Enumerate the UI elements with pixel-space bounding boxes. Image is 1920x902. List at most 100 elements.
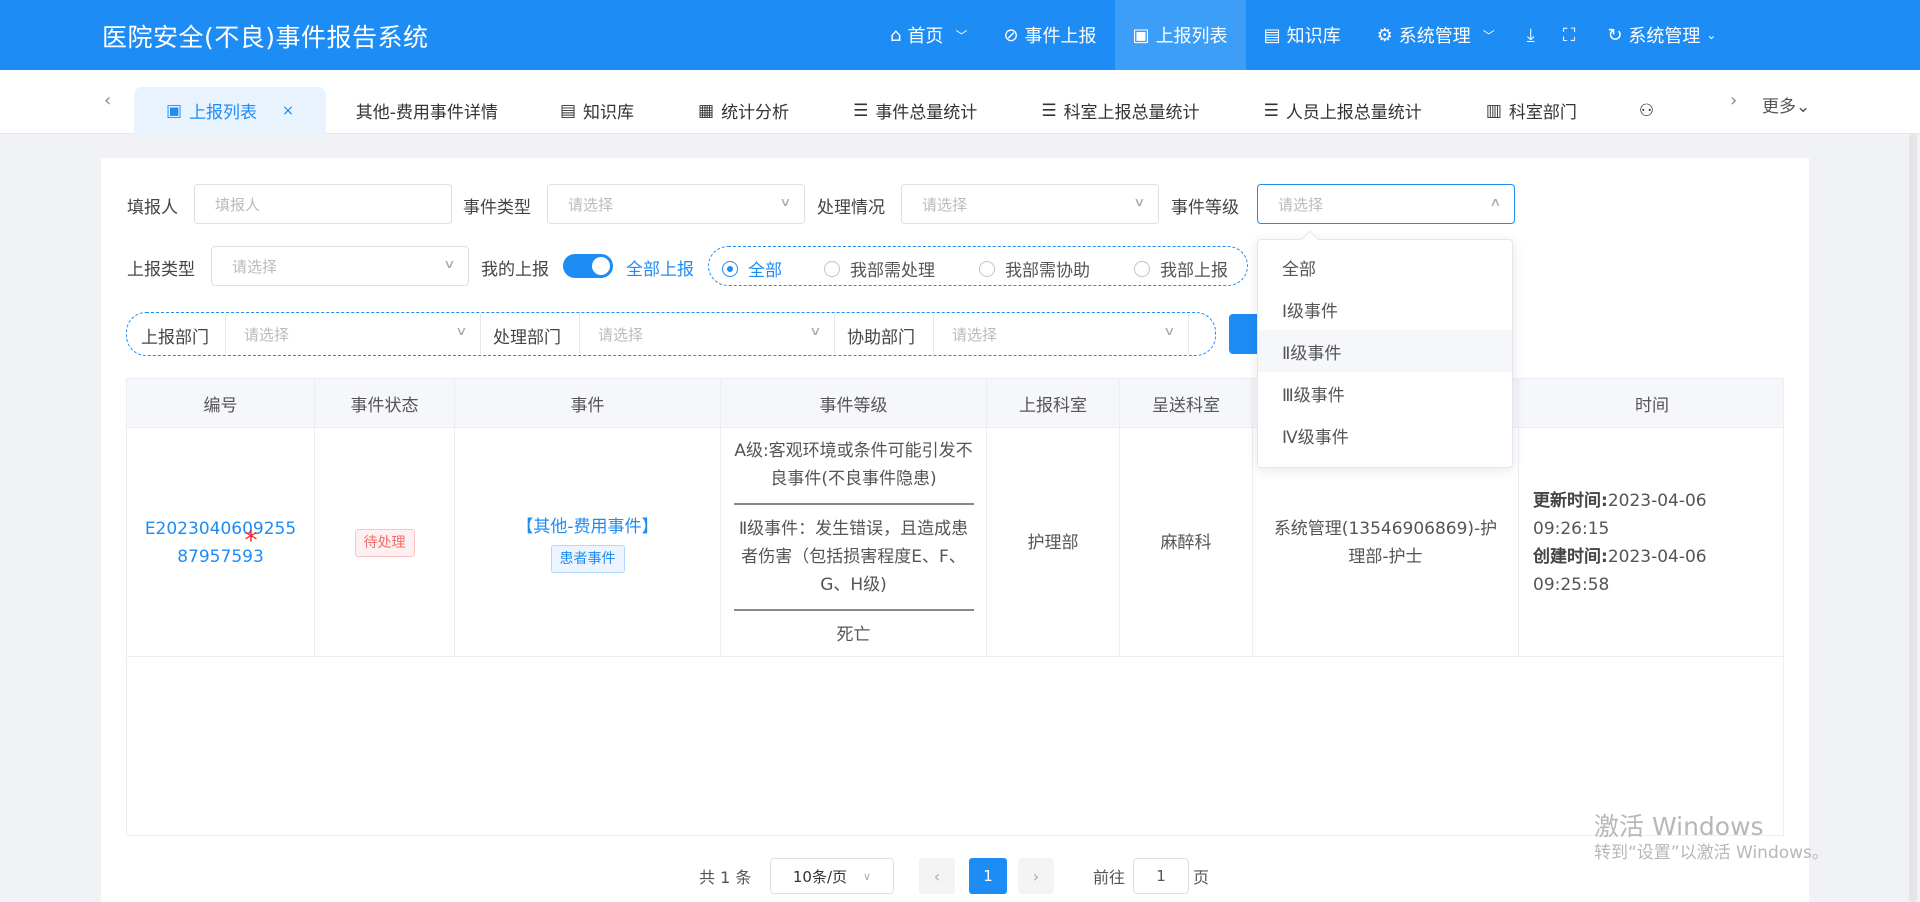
chevron-down-icon: ⌄ <box>1796 97 1811 117</box>
page-size-select[interactable]: 10条/页 ∨ <box>770 858 894 894</box>
tab-statistics[interactable]: ▦ 统计分析 <box>666 87 821 134</box>
level-dropdown: 全部 Ⅰ级事件 Ⅱ级事件 Ⅲ级事件 Ⅳ级事件 <box>1257 230 1513 468</box>
event-type-select[interactable]: 请选择 ∨ <box>547 184 805 224</box>
chart-icon: ▦ <box>698 100 715 121</box>
report-scope-switch[interactable] <box>563 254 613 278</box>
gear-icon: ⚙ <box>1376 24 1393 46</box>
close-icon[interactable]: × <box>282 103 294 119</box>
radio-dept-handle[interactable]: 我部需处理 <box>824 256 935 281</box>
level-option-4[interactable]: Ⅳ级事件 <box>1258 414 1512 456</box>
list-icon: ☰ <box>1263 100 1279 121</box>
assist-dept-label: 协助部门 <box>847 328 915 348</box>
create-time: 创建时间:2023-04-06 09:25:58 <box>1533 546 1707 595</box>
send-dept-cell: 麻醉科 <box>1120 428 1253 657</box>
nav-list[interactable]: ▣ 上报列表 <box>1114 0 1246 70</box>
list-icon: ☰ <box>1041 100 1057 121</box>
download-icon[interactable]: ⤓ <box>1513 0 1549 70</box>
nav-knowledge[interactable]: ▤ 知识库 <box>1246 0 1359 70</box>
nav-home[interactable]: ⌂ 首页 ﹀ <box>872 0 985 70</box>
chevron-down-icon: ∨ <box>779 195 792 209</box>
app-header: 医院安全(不良)事件报告系统 ⌂ 首页 ﹀ ⊘ 事件上报 ▣ 上报列表 ▤ 知识… <box>0 0 1920 70</box>
event-tag: 患者事件 <box>550 544 625 573</box>
list-icon: ☰ <box>853 100 869 121</box>
header-code: 编号 <box>127 379 315 428</box>
radio-dept-report[interactable]: 我部上报 <box>1134 256 1228 281</box>
report-type-select[interactable]: 请选择 ∨ <box>211 246 469 286</box>
tab-report-list[interactable]: ▣ 上报列表 × <box>134 87 326 134</box>
tab-event-total[interactable]: ☰ 事件总量统计 <box>821 87 1009 134</box>
tab-user[interactable]: ⚇ <box>1609 87 1654 134</box>
chevron-down-icon: ﹀ <box>1482 28 1495 43</box>
book-icon: ▤ <box>1263 24 1281 46</box>
handle-dept-select[interactable]: 请选择 ∨ <box>579 314 835 354</box>
chevron-down-icon: ﹀ <box>955 28 968 43</box>
chevron-down-icon: ∨ <box>443 257 456 271</box>
chevron-down-icon: ⌄ <box>1706 28 1717 42</box>
tab-dept[interactable]: ▥ 科室部门 <box>1454 87 1609 134</box>
page-1-button[interactable]: 1 <box>969 858 1007 894</box>
tab-list: ▣ 上报列表 × 其他-费用事件详情 ▤ 知识库 ▦ 统计分析 ☰ 事件总量统计… <box>134 87 1654 134</box>
main-panel: 填报人 填报人 事件类型 请选择 ∨ 处理情况 请选择 ∨ 事件等级 请选择 ∧… <box>101 158 1809 902</box>
monitor-icon: ▣ <box>166 100 183 121</box>
reporter-input[interactable]: 填报人 <box>194 184 452 224</box>
update-time: 更新时间:2023-04-06 09:26:15 <box>1533 490 1707 539</box>
report-dept-label: 上报部门 <box>141 328 209 348</box>
tab-person-total[interactable]: ☰ 人员上报总量统计 <box>1232 87 1454 134</box>
chevron-down-icon: ∨ <box>1133 195 1146 209</box>
chevron-down-icon: ∨ <box>1163 324 1176 338</box>
process-label: 处理情况 <box>817 198 885 218</box>
tab-fee-event-detail[interactable]: 其他-费用事件详情 <box>326 87 528 134</box>
refresh-icon: ↻ <box>1607 24 1623 46</box>
reporter-label: 填报人 <box>127 198 178 218</box>
header-report-dept: 上报科室 <box>987 379 1120 428</box>
assist-dept-select[interactable]: 请选择 ∨ <box>933 314 1189 354</box>
activation-watermark-text: 转到“设置”以激活 Windows。 <box>1594 843 1829 863</box>
process-select[interactable]: 请选择 ∨ <box>901 184 1159 224</box>
tab-dept-total[interactable]: ☰ 科室上报总量统计 <box>1009 87 1231 134</box>
report-table: 编号 事件状态 事件 事件等级 上报科室 呈送科室 时间 E2023040609… <box>126 378 1784 836</box>
report-dept-select[interactable]: 请选择 ∨ <box>225 314 481 354</box>
document-icon: ▥ <box>1485 100 1502 121</box>
handle-dept-label: 处理部门 <box>493 328 561 348</box>
page-scrollbar[interactable] <box>1909 134 1917 902</box>
level-option-2[interactable]: Ⅱ级事件 <box>1258 330 1512 372</box>
goto-page-input[interactable]: 1 <box>1133 858 1189 894</box>
table-header: 编号 事件状态 事件 事件等级 上报科室 呈送科室 时间 <box>127 379 1783 428</box>
tabs-scroll-right-icon[interactable]: › <box>1730 90 1737 111</box>
table-row: E202304060925587957593 * 待处理 【其他-费用事件】 患… <box>127 428 1783 657</box>
radio-dept-assist[interactable]: 我部需协助 <box>979 256 1090 281</box>
divider <box>733 608 974 611</box>
tab-knowledge[interactable]: ▤ 知识库 <box>528 87 666 134</box>
chevron-down-icon: ∨ <box>863 869 872 883</box>
nav-system[interactable]: ⚙ 系统管理 ﹀ <box>1359 0 1513 70</box>
radio-all[interactable]: 全部 <box>722 256 782 281</box>
report-dept-cell: 护理部 <box>987 428 1120 657</box>
event-type-label: 事件类型 <box>463 198 531 218</box>
report-type-label: 上报类型 <box>127 260 195 280</box>
level-select[interactable]: 请选择 ∧ <box>1257 184 1515 224</box>
prev-page-button[interactable]: ‹ <box>919 858 955 894</box>
next-page-button[interactable]: › <box>1018 858 1054 894</box>
level-option-all[interactable]: 全部 <box>1258 246 1512 288</box>
tabs-more-button[interactable]: 更多⌄ <box>1762 92 1810 117</box>
header-time: 时间 <box>1635 396 1669 416</box>
main-nav: ⌂ 首页 ﹀ ⊘ 事件上报 ▣ 上报列表 ▤ 知识库 ⚙ 系统管理 ﹀ ⤓ ⛶ … <box>872 0 1734 70</box>
level-label: 事件等级 <box>1171 198 1239 218</box>
attachment-icon: ⊘ <box>1003 24 1019 46</box>
event-link[interactable]: 【其他-费用事件】 <box>516 513 658 541</box>
event-code-link[interactable]: E202304060925587957593 * <box>141 515 301 571</box>
chevron-down-icon: ∨ <box>809 324 822 338</box>
chevron-down-icon: ∨ <box>455 324 468 338</box>
level-option-1[interactable]: Ⅰ级事件 <box>1258 288 1512 330</box>
divider <box>733 502 974 505</box>
header-status: 事件状态 <box>315 379 455 428</box>
fullscreen-icon[interactable]: ⛶ <box>1549 0 1590 70</box>
tabs-scroll-left-icon[interactable]: ‹ <box>104 90 111 111</box>
user-menu[interactable]: ↻ 系统管理 ⌄ <box>1589 0 1734 70</box>
my-report-label: 我的上报 <box>481 260 549 280</box>
nav-report[interactable]: ⊘ 事件上报 <box>985 0 1114 70</box>
level-option-3[interactable]: Ⅲ级事件 <box>1258 372 1512 414</box>
all-report-label: 全部上报 <box>626 260 694 280</box>
status-badge: 待处理 <box>354 528 415 557</box>
level-detail: A级:客观环境或条件可能引发不良事件(不良事件隐患) Ⅱ级事件：发生错误，且造成… <box>733 440 974 645</box>
